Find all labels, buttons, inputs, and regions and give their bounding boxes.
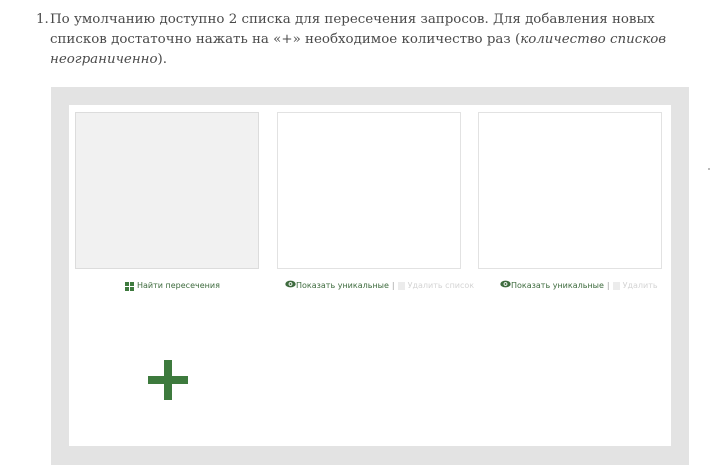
find-intersections-action: Найти пересечения (125, 280, 220, 292)
edge-dot (708, 168, 710, 170)
lists-panel: Найти пересечения Показать уникальные | Уд… (69, 105, 671, 446)
add-list-button[interactable] (148, 360, 188, 400)
instruction-item: 1. По умолчанию доступно 2 списка для пе… (36, 10, 708, 70)
grid-icon (125, 281, 134, 291)
screenshot-frame: Найти пересечения Показать уникальные | Уд… (51, 87, 689, 465)
show-unique-link[interactable]: Показать уникальные (511, 281, 604, 290)
list-number: 1. (36, 12, 49, 27)
instruction-text: По умолчанию доступно 2 списка для перес… (50, 10, 708, 70)
separator: | (606, 281, 610, 290)
query-list-1[interactable] (75, 112, 259, 269)
instruction-text-end: ). (157, 52, 168, 67)
query-list-3[interactable] (478, 112, 662, 269)
find-intersections-link[interactable]: Найти пересечения (137, 281, 220, 290)
query-list-2[interactable] (277, 112, 461, 269)
eye-icon (500, 280, 511, 292)
list-3-actions: Показать уникальные | Удалить (500, 280, 658, 292)
trash-icon (612, 282, 620, 290)
delete-list-link[interactable]: Удалить (623, 281, 658, 290)
eye-icon (285, 280, 296, 292)
trash-icon (397, 282, 405, 290)
list-2-actions: Показать уникальные | Удалить список (285, 280, 474, 292)
delete-list-link[interactable]: Удалить список (408, 281, 475, 290)
separator: | (391, 281, 395, 290)
show-unique-link[interactable]: Показать уникальные (296, 281, 389, 290)
